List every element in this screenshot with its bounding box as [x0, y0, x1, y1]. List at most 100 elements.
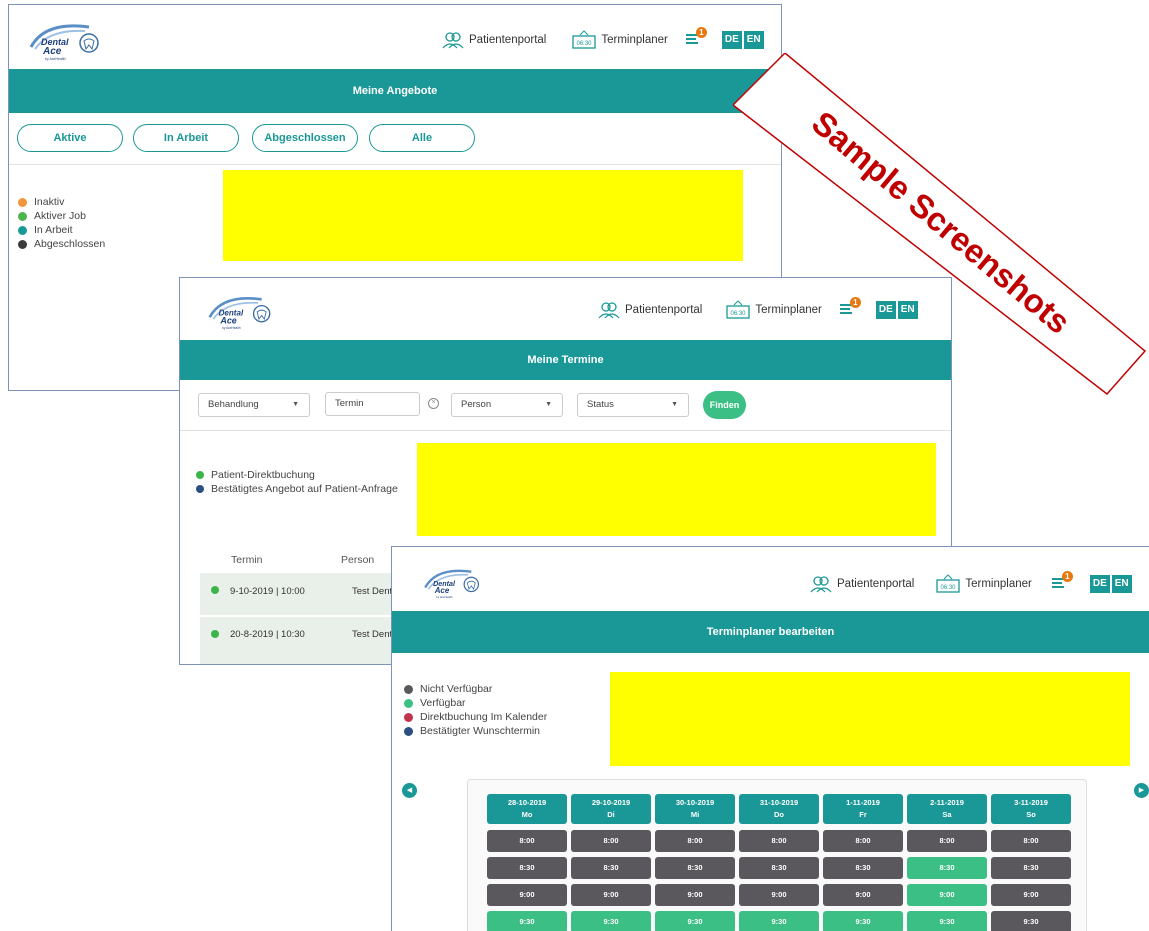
- lang-de-button[interactable]: DE: [1089, 575, 1110, 593]
- day-of-week: Do: [774, 810, 784, 819]
- legend-dot: [404, 712, 413, 722]
- time-slot[interactable]: 9:30: [823, 911, 903, 931]
- time-slot[interactable]: 8:00: [823, 830, 903, 852]
- day-date: 1-11-2019: [846, 798, 880, 807]
- time-slot[interactable]: 8:00: [907, 830, 987, 852]
- time-slot[interactable]: 9:00: [655, 884, 735, 906]
- time-slot[interactable]: 8:30: [739, 857, 819, 879]
- legend-item: Direktbuchung Im Kalender: [404, 710, 547, 724]
- time-slot[interactable]: 9:00: [739, 884, 819, 906]
- tab-in-arbeit[interactable]: In Arbeit: [133, 124, 239, 152]
- calendar-legend: Nicht Verfügbar Verfügbar Direktbuchung …: [404, 682, 547, 738]
- column-header-person: Person: [341, 554, 375, 566]
- time-slot[interactable]: 9:30: [655, 911, 735, 931]
- patientenportal-link[interactable]: Patientenportal: [442, 31, 546, 49]
- svg-text:Ace: Ace: [434, 586, 450, 595]
- patientenportal-link[interactable]: Patientenportal: [810, 575, 914, 593]
- app-header: Dental Ace by AceHealth Patientenportal: [180, 278, 951, 340]
- time-slot[interactable]: 9:00: [823, 884, 903, 906]
- time-slot[interactable]: 9:00: [487, 884, 567, 906]
- day-date: 3-11-2019: [1014, 798, 1048, 807]
- day-of-week: Fr: [859, 810, 867, 819]
- behandlung-select[interactable]: Behandlung ▼: [198, 393, 310, 417]
- lang-en-button[interactable]: EN: [897, 301, 918, 319]
- clear-icon[interactable]: ×: [428, 398, 439, 409]
- tab-aktive[interactable]: Aktive: [17, 124, 123, 152]
- time-slot[interactable]: 9:30: [991, 911, 1071, 931]
- time-slot[interactable]: 8:30: [991, 857, 1071, 879]
- time-slot[interactable]: 8:30: [571, 857, 651, 879]
- clock-tv-icon: 06:30: [726, 300, 751, 319]
- legend-item: Verfügbar: [404, 696, 547, 710]
- dental-ace-logo[interactable]: Dental Ace by AceHealth: [206, 290, 276, 332]
- time-slot[interactable]: 9:00: [991, 884, 1071, 906]
- time-slot[interactable]: 8:30: [487, 857, 567, 879]
- menu-icon[interactable]: 1: [1051, 570, 1073, 592]
- time-slot[interactable]: 9:00: [571, 884, 651, 906]
- svg-text:Ace: Ace: [42, 46, 62, 57]
- day-of-week: Mi: [690, 810, 700, 819]
- legend-dot: [18, 239, 27, 249]
- dental-ace-logo[interactable]: Dental Ace by AceHealth: [422, 563, 484, 601]
- time-slot[interactable]: 9:30: [487, 911, 567, 931]
- time-slot[interactable]: 8:30: [907, 857, 987, 879]
- terminplaner-label: Terminplaner: [755, 304, 822, 316]
- redacted-area: [223, 170, 743, 261]
- lang-en-button[interactable]: EN: [743, 31, 764, 49]
- time-slot[interactable]: 9:30: [739, 911, 819, 931]
- notification-badge: 1: [695, 26, 707, 38]
- termin-input[interactable]: Termin: [325, 392, 420, 416]
- day-header: 30-10-2019 Mi: [655, 794, 735, 824]
- dental-ace-logo[interactable]: Dental Ace by AceHealth: [27, 17, 105, 63]
- day-of-week: Di: [607, 810, 615, 819]
- menu-icon[interactable]: 1: [839, 296, 861, 318]
- terminplaner-link[interactable]: 06:30 Terminplaner: [572, 30, 668, 50]
- patientenportal-link[interactable]: Patientenportal: [598, 301, 702, 319]
- time-slot[interactable]: 8:00: [655, 830, 735, 852]
- legend-dot: [404, 698, 413, 708]
- legend-dot: [196, 471, 204, 479]
- day-date: 31-10-2019: [759, 798, 799, 807]
- time-slot[interactable]: 8:00: [487, 830, 567, 852]
- page-title: Meine Termine: [180, 340, 951, 380]
- terminplaner-link[interactable]: 06:30 Terminplaner: [936, 574, 1032, 594]
- terminplaner-link[interactable]: 06:30 Terminplaner: [726, 300, 822, 320]
- person-select[interactable]: Person ▼: [451, 393, 563, 417]
- time-slot[interactable]: 9:00: [907, 884, 987, 906]
- terminplaner-label: Terminplaner: [601, 34, 668, 46]
- caret-down-icon: ▼: [671, 401, 678, 408]
- day-header: 29-10-2019 Di: [571, 794, 651, 824]
- legend-item: Aktiver Job: [18, 209, 105, 223]
- calendar-grid: 28-10-2019 Mo 29-10-2019 Di 30-10-2019 Mi 31-1…: [467, 779, 1087, 931]
- next-week-button[interactable]: ▶: [1134, 783, 1149, 798]
- app-header: Dental Ace by AceHealth Patientenportal: [9, 5, 781, 69]
- time-slot[interactable]: 8:00: [991, 830, 1071, 852]
- table-row[interactable]: 20-8-2019 | 10:30 Test Dent: [200, 617, 420, 664]
- time-slot[interactable]: 8:00: [739, 830, 819, 852]
- table-row[interactable]: 9-10-2019 | 10:00 Test Dent: [200, 573, 420, 615]
- prev-week-button[interactable]: ◀: [402, 783, 417, 798]
- menu-icon[interactable]: 1: [685, 26, 707, 48]
- row-termin: 9-10-2019 | 10:00: [230, 586, 305, 597]
- time-slot[interactable]: 9:30: [907, 911, 987, 931]
- lang-de-button[interactable]: DE: [875, 301, 896, 319]
- tab-abgeschlossen[interactable]: Abgeschlossen: [252, 124, 358, 152]
- lang-en-button[interactable]: EN: [1111, 575, 1132, 593]
- caret-down-icon: ▼: [545, 401, 552, 408]
- row-person: Test Dent: [352, 629, 393, 640]
- lang-de-button[interactable]: DE: [721, 31, 742, 49]
- legend-item: Inaktiv: [18, 195, 105, 209]
- time-slot[interactable]: 8:00: [571, 830, 651, 852]
- time-slot[interactable]: 8:30: [823, 857, 903, 879]
- tab-alle[interactable]: Alle: [369, 124, 475, 152]
- status-dot: [211, 586, 219, 594]
- legend-item: In Arbeit: [18, 223, 105, 237]
- time-slot[interactable]: 8:30: [655, 857, 735, 879]
- time-slot[interactable]: 9:30: [571, 911, 651, 931]
- day-header: 1-11-2019 Fr: [823, 794, 903, 824]
- status-select[interactable]: Status ▼: [577, 393, 689, 417]
- clock-tv-icon: 06:30: [936, 574, 961, 593]
- column-header-termin: Termin: [231, 554, 263, 566]
- find-button[interactable]: Finden: [703, 391, 746, 419]
- day-of-week: Sa: [942, 810, 952, 819]
